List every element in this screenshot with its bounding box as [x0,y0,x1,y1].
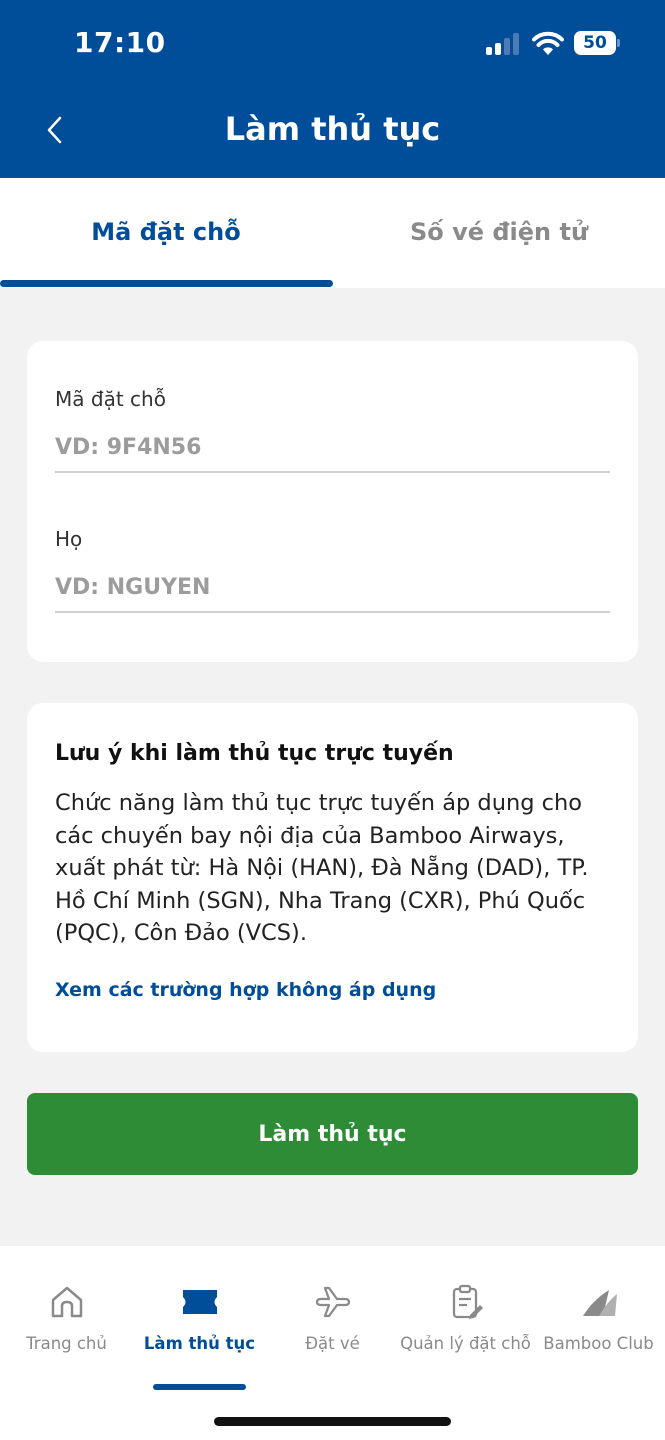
clipboard-edit-icon [452,1284,483,1319]
plane-icon [315,1286,350,1318]
battery-icon: 50 [574,31,620,55]
last-name-input[interactable] [55,563,610,613]
checkin-button[interactable]: Làm thủ tục [27,1093,638,1175]
nav-label-home: Trang chủ [26,1334,107,1353]
checkin-form-card: Mã đặt chỗ Họ [27,341,638,662]
notice-title: Lưu ý khi làm thủ tục trực tuyến [55,741,454,766]
nav-item-home[interactable]: Trang chủ [0,1246,133,1396]
tab-booking-code[interactable]: Mã đặt chỗ [0,178,332,288]
battery-level: 50 [574,31,616,55]
bamboo-club-icon [582,1290,617,1316]
tab-e-ticket-number[interactable]: Số vé điện tử [333,178,665,288]
nav-label-manage-booking: Quản lý đặt chỗ [400,1334,531,1353]
booking-code-input[interactable] [55,423,610,473]
home-icon [51,1286,82,1318]
nav-active-indicator [153,1384,246,1390]
nav-item-bamboo-club[interactable]: Bamboo Club [532,1246,665,1396]
nav-label-checkin: Làm thủ tục [143,1334,256,1353]
nav-item-checkin[interactable]: Làm thủ tục [133,1246,266,1396]
bottom-navigation: Trang chủ Làm thủ tục Đặt vé Quản lý đặt… [0,1246,665,1440]
notice-card: Lưu ý khi làm thủ tục trực tuyến Chức nă… [27,703,638,1052]
wifi-icon [532,31,564,55]
nav-item-manage-booking[interactable]: Quản lý đặt chỗ [399,1246,532,1396]
booking-code-label: Mã đặt chỗ [55,387,166,411]
tab-bar: Mã đặt chỗ Số vé điện tử [0,178,665,288]
tab-active-indicator [0,280,333,287]
last-name-label: Họ [55,527,83,551]
notice-body: Chức năng làm thủ tục trực tuyến áp dụng… [55,790,589,946]
app-header: 17:10 50 Làm thủ tục [0,0,665,178]
status-bar: 17:10 50 [0,0,665,88]
exceptions-link[interactable]: Xem các trường hợp không áp dụng [55,979,436,1001]
nav-label-bamboo-club: Bamboo Club [543,1334,654,1353]
home-indicator[interactable] [214,1417,451,1426]
ticket-icon [182,1290,217,1314]
nav-item-book[interactable]: Đặt vé [266,1246,399,1396]
nav-label-book: Đặt vé [305,1334,360,1353]
status-time: 17:10 [74,26,166,59]
page-title: Làm thủ tục [224,110,441,148]
cellular-signal-icon [486,33,520,55]
